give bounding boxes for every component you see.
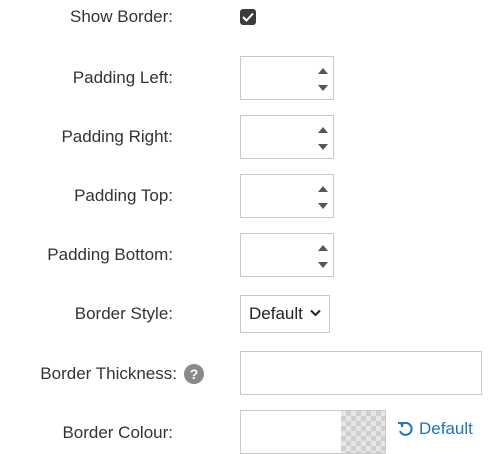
decrement-arrow-icon[interactable] [317, 82, 329, 94]
padding-bottom-label: Padding Bottom: [47, 245, 173, 264]
padding-bottom-input[interactable] [241, 234, 311, 276]
increment-arrow-icon[interactable] [317, 124, 329, 136]
transparent-swatch[interactable] [341, 411, 385, 453]
undo-icon [398, 421, 413, 436]
show-border-checkbox[interactable] [240, 9, 256, 25]
padding-right-label: Padding Right: [61, 127, 173, 146]
decrement-arrow-icon[interactable] [317, 141, 329, 153]
padding-top-stepper[interactable] [240, 174, 334, 218]
decrement-arrow-icon[interactable] [317, 200, 329, 212]
padding-left-label: Padding Left: [72, 68, 173, 87]
border-style-label: Border Style: [74, 304, 173, 323]
border-style-select[interactable]: Default [240, 295, 330, 333]
border-style-selected-value: Default [249, 304, 303, 323]
decrement-arrow-icon[interactable] [317, 259, 329, 271]
reset-default-link[interactable]: Default [397, 419, 473, 439]
padding-bottom-stepper[interactable] [240, 233, 334, 277]
border-thickness-label: Border Thickness: [40, 364, 177, 383]
reset-default-label: Default [419, 419, 473, 438]
border-thickness-field[interactable] [240, 351, 482, 395]
border-colour-picker[interactable] [240, 410, 386, 454]
increment-arrow-icon[interactable] [317, 183, 329, 195]
padding-left-input[interactable] [241, 57, 311, 99]
chevron-down-icon [310, 309, 321, 317]
border-colour-label: Border Colour: [62, 423, 173, 442]
padding-left-stepper[interactable] [240, 56, 334, 100]
border-thickness-input[interactable] [241, 352, 481, 394]
help-icon[interactable]: ? [184, 364, 204, 384]
padding-right-stepper[interactable] [240, 115, 334, 159]
show-border-label: Show Border: [70, 7, 173, 26]
checkmark-icon [242, 12, 254, 22]
padding-top-input[interactable] [241, 175, 311, 217]
increment-arrow-icon[interactable] [317, 65, 329, 77]
padding-right-input[interactable] [241, 116, 311, 158]
increment-arrow-icon[interactable] [317, 242, 329, 254]
padding-top-label: Padding Top: [74, 186, 173, 205]
